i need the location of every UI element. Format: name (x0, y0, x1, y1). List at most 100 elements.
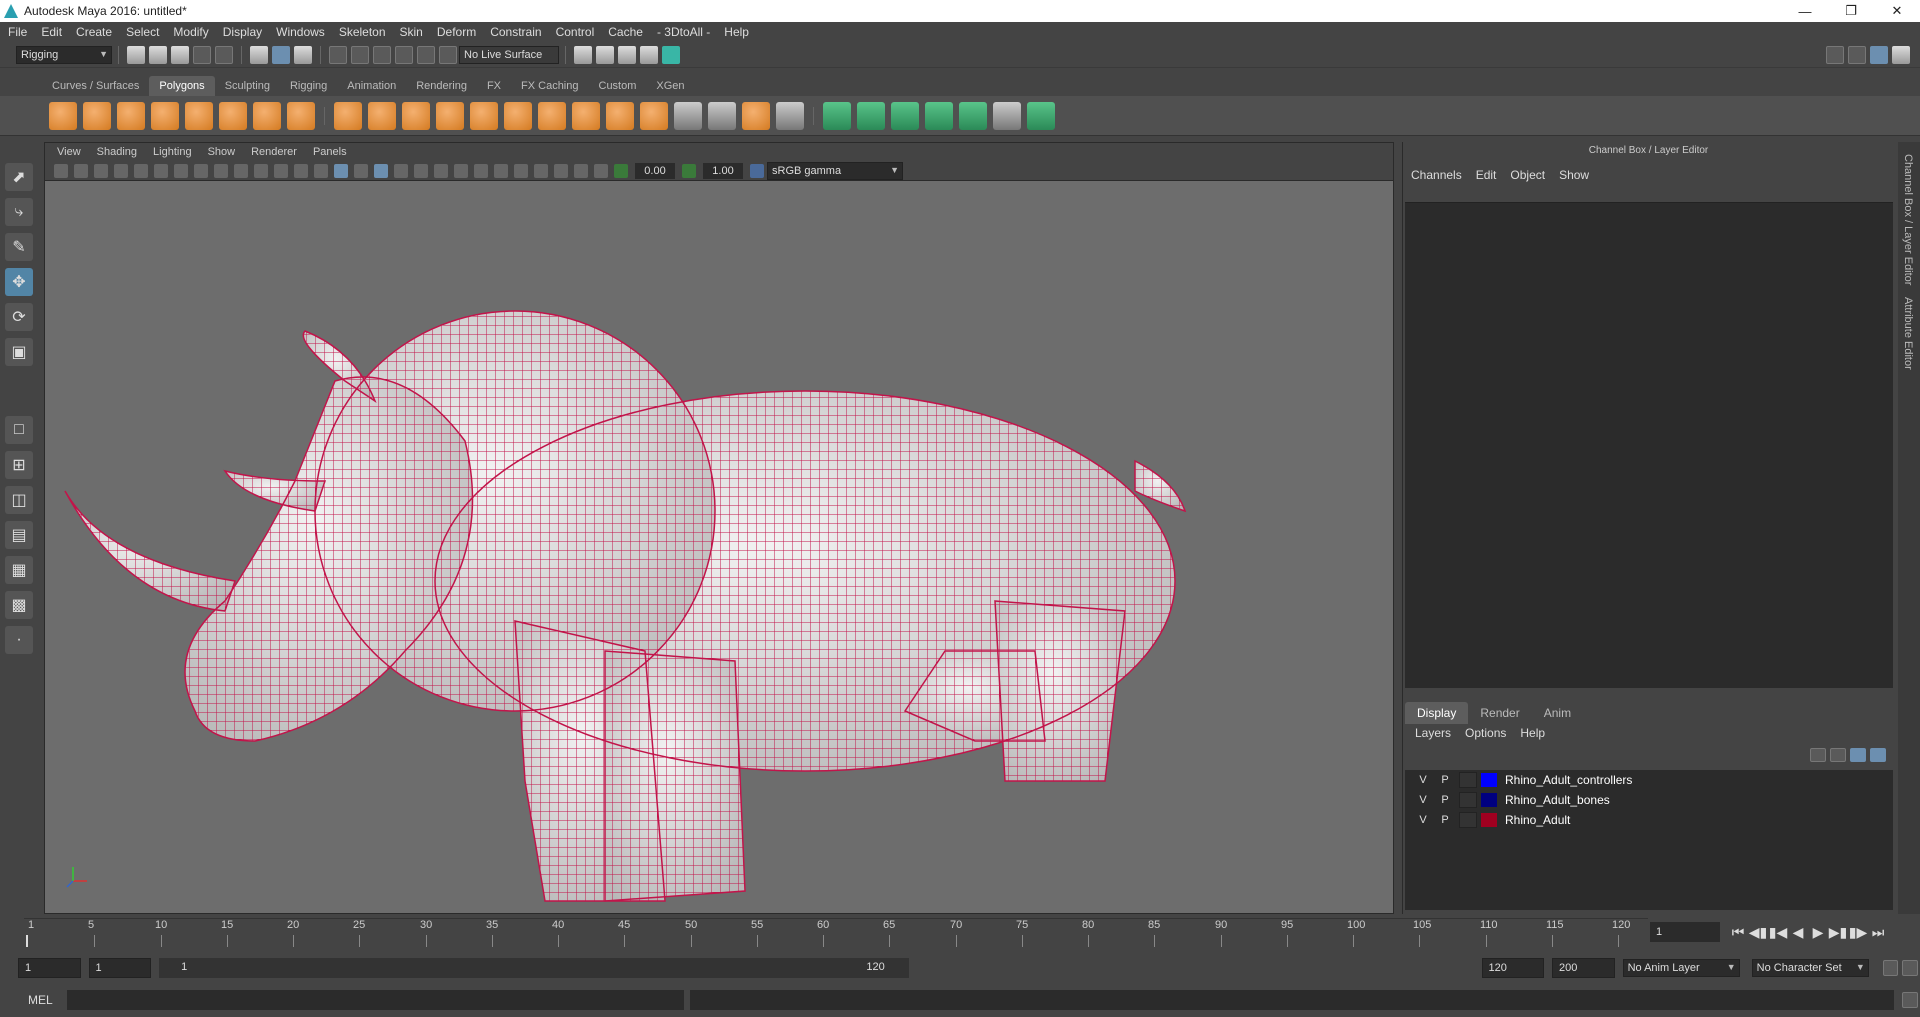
xray-components-icon[interactable] (594, 163, 608, 178)
camera-icon[interactable] (54, 163, 68, 178)
mirror-icon[interactable] (402, 101, 430, 130)
viewport-menu-renderer[interactable]: Renderer (251, 146, 297, 158)
menuset-dropdown[interactable]: Rigging ▼ (16, 45, 112, 64)
current-time-indicator[interactable] (26, 935, 28, 947)
wireframe-on-shaded-icon[interactable] (374, 163, 388, 178)
resolution-gate-icon[interactable] (214, 163, 228, 178)
tool-settings-icon[interactable] (1892, 46, 1910, 64)
layer-menu-layers[interactable]: Layers (1415, 726, 1451, 740)
menu-constrain[interactable]: Constrain (490, 25, 541, 39)
scale-tool-icon[interactable]: ▣ (5, 338, 33, 366)
more-layouts-icon[interactable]: · (5, 626, 33, 654)
poly-cylinder-icon[interactable] (117, 101, 145, 130)
cylindrical-mapping-icon[interactable] (857, 101, 885, 130)
layer-visibility-toggle[interactable]: V (1415, 772, 1431, 788)
new-scene-icon[interactable] (127, 45, 145, 64)
layer-playback-toggle[interactable]: P (1437, 772, 1453, 788)
step-forward-key-icon[interactable]: ▮▶ (1848, 924, 1868, 941)
menu-display[interactable]: Display (223, 25, 262, 39)
smooth-icon[interactable] (436, 101, 464, 130)
layer-playback-toggle[interactable]: P (1437, 812, 1453, 828)
layer-visibility-toggle[interactable]: V (1415, 792, 1431, 808)
menu-3dtoall[interactable]: - 3DtoAll - (657, 25, 710, 39)
restore-icon[interactable]: ❐ (1828, 0, 1874, 22)
tab-render[interactable]: Render (1468, 702, 1531, 724)
menu-windows[interactable]: Windows (276, 25, 325, 39)
tab-display[interactable]: Display (1405, 702, 1469, 724)
menu-create[interactable]: Create (76, 25, 112, 39)
shelf-tab-fx[interactable]: FX (477, 76, 511, 96)
hypershade-icon[interactable] (662, 45, 680, 64)
step-back-key-icon[interactable]: ◀▮ (1748, 924, 1768, 941)
image-plane-icon[interactable] (114, 163, 128, 178)
step-back-frame-icon[interactable]: ▮◀ (1768, 924, 1788, 941)
shelf-tab-custom[interactable]: Custom (589, 76, 647, 96)
field-chart-icon[interactable] (254, 163, 268, 178)
depth-of-field-icon[interactable] (514, 163, 528, 178)
smooth-shade-icon[interactable] (334, 163, 348, 178)
viewport-menu-show[interactable]: Show (208, 146, 236, 158)
minimize-icon[interactable]: — (1782, 0, 1828, 22)
save-scene-icon[interactable] (171, 45, 189, 64)
color-management-icon[interactable] (750, 163, 764, 178)
menu-skin[interactable]: Skin (400, 25, 423, 39)
safe-action-icon[interactable] (274, 163, 288, 178)
select-component-icon[interactable] (294, 45, 312, 64)
current-frame-field[interactable]: 1 (1650, 922, 1720, 942)
layer-display-type[interactable] (1459, 812, 1477, 828)
reduce-icon[interactable] (470, 101, 498, 130)
render-frame-icon[interactable] (596, 45, 614, 64)
rotate-tool-icon[interactable]: ⟳ (5, 303, 33, 331)
bevel-icon[interactable] (504, 101, 532, 130)
textured-icon[interactable] (394, 163, 408, 178)
layer-display-type[interactable] (1459, 772, 1477, 788)
checker-icon[interactable] (993, 101, 1021, 130)
playback-end-field[interactable]: 120 (1481, 958, 1545, 978)
go-to-end-icon[interactable]: ⏭ (1868, 924, 1888, 941)
character-set-dropdown[interactable]: No Character Set ▼ (1751, 959, 1869, 977)
channel-menu-show[interactable]: Show (1559, 168, 1589, 182)
quad-draw-icon[interactable] (776, 101, 804, 130)
command-language-label[interactable]: MEL (28, 993, 53, 1007)
move-tool-icon[interactable]: ✥ (5, 268, 33, 296)
channel-menu-channels[interactable]: Channels (1411, 168, 1462, 182)
graph-layout-icon[interactable]: ▦ (5, 556, 33, 584)
tab-anim[interactable]: Anim (1532, 702, 1583, 724)
poly-sphere-icon[interactable] (49, 101, 77, 130)
layer-display-type[interactable] (1459, 792, 1477, 808)
undo-icon[interactable] (193, 45, 211, 64)
view-transform-dropdown[interactable]: sRGB gamma ▼ (767, 161, 903, 180)
menu-control[interactable]: Control (556, 25, 595, 39)
animation-start-field[interactable]: 1 (18, 958, 81, 978)
four-view-layout-icon[interactable]: ⊞ (5, 451, 33, 479)
menu-edit[interactable]: Edit (41, 25, 62, 39)
poly-plane-icon[interactable] (185, 101, 213, 130)
xray-icon[interactable] (554, 163, 568, 178)
shelf-tab-rigging[interactable]: Rigging (280, 76, 337, 96)
cut-uv-icon[interactable] (959, 101, 987, 130)
spherical-mapping-icon[interactable] (891, 101, 919, 130)
grid-icon[interactable] (174, 163, 188, 178)
play-backwards-icon[interactable]: ◀ (1788, 924, 1808, 941)
shelf-tab-sculpting[interactable]: Sculpting (215, 76, 280, 96)
menu-cache[interactable]: Cache (608, 25, 643, 39)
go-to-start-icon[interactable]: ⏮ (1728, 924, 1748, 941)
select-object-icon[interactable] (272, 45, 290, 64)
shelf-tab-animation[interactable]: Animation (337, 76, 406, 96)
layer-menu-options[interactable]: Options (1465, 726, 1506, 740)
gamma-field[interactable]: 1.00 (703, 162, 743, 179)
snap-curve-icon[interactable] (351, 45, 369, 64)
layer-color-swatch[interactable] (1481, 773, 1497, 787)
motion-blur-icon[interactable] (474, 163, 488, 178)
viewport-menu-view[interactable]: View (57, 146, 81, 158)
ipr-render-icon[interactable] (618, 45, 636, 64)
layer-row[interactable]: V P Rhino_Adult_bones (1405, 790, 1893, 810)
layer-row[interactable]: V P Rhino_Adult_controllers (1405, 770, 1893, 790)
shadows-icon[interactable] (434, 163, 448, 178)
channel-menu-object[interactable]: Object (1510, 168, 1545, 182)
select-hierarchy-icon[interactable] (250, 45, 268, 64)
menu-help[interactable]: Help (724, 25, 749, 39)
close-icon[interactable]: ✕ (1874, 0, 1920, 22)
lasso-tool-icon[interactable]: ⤷ (5, 198, 33, 226)
uv-editor-icon[interactable] (742, 101, 770, 130)
